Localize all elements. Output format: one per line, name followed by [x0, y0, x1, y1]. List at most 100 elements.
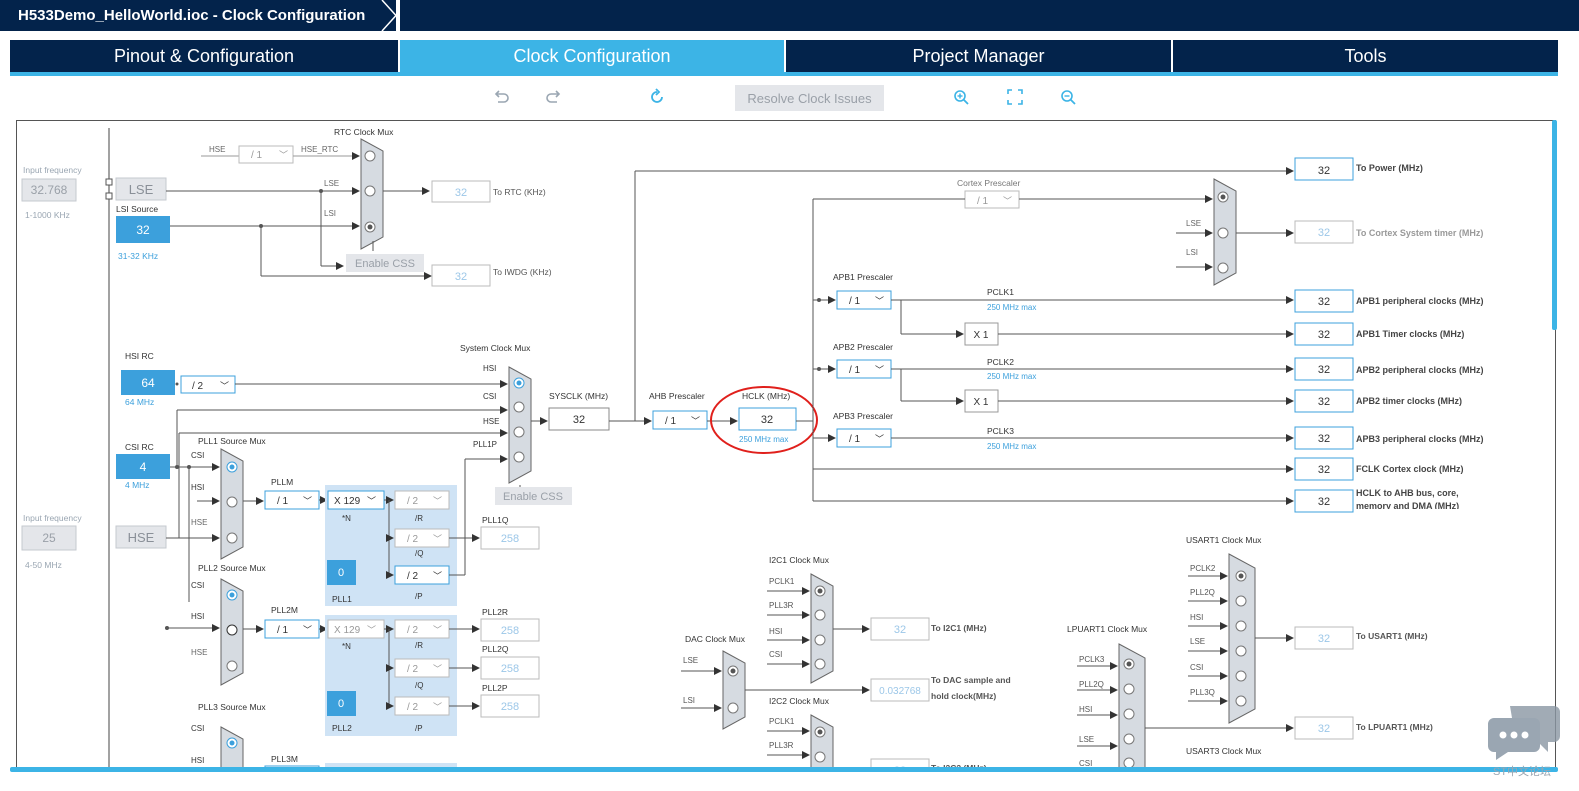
clock-tree-diagram: Input frequency 32.768 1-1000 KHz LSE LS…: [21, 127, 1516, 771]
pll2-r-label: /R: [415, 641, 423, 650]
rtc-mux-option-lse[interactable]: [364, 185, 376, 197]
usart1-mux-option-pll3q[interactable]: [1235, 695, 1247, 707]
i2c1-mux-option-csi[interactable]: [814, 658, 826, 670]
pll1-sig-csi: CSI: [191, 451, 204, 460]
tab-tools[interactable]: Tools: [1173, 40, 1558, 72]
i2c1-output-value: 32: [894, 624, 906, 636]
chevron-down-icon: ﹀: [279, 150, 288, 160]
redo-icon[interactable]: [545, 88, 563, 106]
sys-sig-csi: CSI: [483, 392, 496, 401]
pll2-q-value: / 2: [407, 664, 419, 675]
i2c1-mux-option-pll3r[interactable]: [814, 609, 826, 621]
chevron-down-icon: ﹀: [691, 416, 700, 426]
apb3-periph-output-label: APB3 peripheral clocks (MHz): [1356, 434, 1484, 444]
usart1-mux-option-lse[interactable]: [1235, 645, 1247, 657]
lsi-value: 32: [136, 223, 150, 237]
dac-clock-mux: [722, 650, 746, 730]
undo-icon[interactable]: [492, 88, 510, 106]
chevron-down-icon: ﹀: [367, 496, 376, 506]
lpuart1-mux-option-hsi[interactable]: [1123, 708, 1135, 720]
dac-sig-lse: LSE: [683, 656, 698, 665]
vertical-scrollbar[interactable]: [1552, 120, 1557, 330]
lpuart1-sig-lse: LSE: [1079, 735, 1094, 744]
i2c2-clock-mux: [810, 714, 834, 771]
cortex-mux-option-lsi[interactable]: [1217, 262, 1229, 274]
cortex-timer-output-label: To Cortex System timer (MHz): [1356, 228, 1483, 238]
chevron-down-icon: ﹀: [875, 296, 884, 306]
lpuart1-mux-option-pll2q[interactable]: [1123, 683, 1135, 695]
cortex-sig-lsi: LSI: [1186, 248, 1198, 257]
cortex-div-value: / 1: [977, 196, 989, 207]
pll1-p-label: /P: [415, 592, 423, 601]
pll2-label: PLL2: [332, 723, 352, 733]
hclk-max: 250 MHz max: [739, 435, 788, 444]
usart1-mux-option-csi[interactable]: [1235, 670, 1247, 682]
usart1-sig-pll3q: PLL3Q: [1190, 688, 1215, 697]
csi-value: 4: [140, 460, 147, 474]
usart1-mux-option-pll2q[interactable]: [1235, 595, 1247, 607]
usart1-mux-option-hsi[interactable]: [1235, 620, 1247, 632]
rtc-mux-option-hse[interactable]: [364, 150, 376, 162]
horizontal-scrollbar[interactable]: [10, 767, 1558, 772]
iwdg-output-label: To IWDG (KHz): [493, 267, 552, 277]
fit-icon[interactable]: [1006, 88, 1024, 106]
rtc-output-label: To RTC (KHz): [493, 187, 546, 197]
dac-mux-option-lsi[interactable]: [727, 702, 739, 714]
i2c2-mux-option-pll3r[interactable]: [814, 751, 826, 763]
sys-mux-option-pll1p[interactable]: [513, 451, 525, 463]
lsi-range: 31-32 KHz: [118, 251, 158, 261]
chevron-down-icon: ﹀: [1003, 196, 1012, 206]
pll1q-label: PLL1Q: [482, 515, 509, 525]
i2c1-sig-hsi: HSI: [769, 627, 782, 636]
pll1-sig-hse: HSE: [191, 518, 207, 527]
pll1-p-value: / 2: [407, 571, 419, 582]
pclk1-label: PCLK1: [987, 287, 1014, 297]
pll1-mux-option-hsi[interactable]: [226, 496, 238, 508]
lse-input-freq-label: Input frequency: [23, 165, 82, 175]
csi-freq-note: 4 MHz: [125, 480, 150, 490]
lpuart1-output-label: To LPUART1 (MHz): [1356, 722, 1433, 732]
lse-pin-icon: [105, 178, 113, 186]
pll1-q-label: /Q: [415, 549, 423, 558]
hse-input-freq-label: Input frequency: [23, 513, 82, 523]
pll2-mux-title: PLL2 Source Mux: [198, 563, 266, 573]
pll2p-output-value: 258: [501, 701, 519, 713]
pll1-mux-title: PLL1 Source Mux: [198, 436, 266, 446]
chevron-down-icon: ﹀: [875, 365, 884, 375]
tab-project-manager[interactable]: Project Manager: [786, 40, 1171, 72]
dac-output-label-2: hold clock(MHz): [931, 691, 996, 701]
hsi-freq-note: 64 MHz: [125, 397, 154, 407]
sys-sig-hsi: HSI: [483, 364, 496, 373]
pll2-frac-value: 0: [338, 698, 344, 710]
tab-clock-configuration[interactable]: Clock Configuration: [400, 40, 784, 72]
hse-block-label: HSE: [128, 530, 155, 545]
lse-range: 1-1000 KHz: [25, 210, 70, 220]
sys-mux-option-csi[interactable]: [513, 401, 525, 413]
pll2-p-value: / 2: [407, 702, 419, 713]
zoom-in-icon[interactable]: [952, 88, 970, 106]
lse-block-label: LSE: [129, 182, 154, 197]
sys-mux-option-hse[interactable]: [513, 426, 525, 438]
hsi-div-value: / 2: [192, 381, 204, 392]
pll2-n-value: X 129: [334, 625, 361, 636]
chevron-down-icon: ﹀: [303, 625, 312, 635]
dac-output-label-1: To DAC sample and: [931, 675, 1011, 685]
pll1-label: PLL1: [332, 594, 352, 604]
dac-output-value: 0.032768: [879, 686, 921, 697]
pll2p-label: PLL2P: [482, 683, 508, 693]
zoom-out-icon[interactable]: [1059, 88, 1077, 106]
pll2-r-value: / 2: [407, 625, 419, 636]
lpuart1-mux-option-lse[interactable]: [1123, 733, 1135, 745]
hclk-label: HCLK (MHz): [742, 391, 790, 401]
pll2-mux-option-hse[interactable]: [226, 660, 238, 672]
tab-pinout[interactable]: Pinout & Configuration: [10, 40, 398, 72]
chevron-down-icon: ﹀: [433, 496, 442, 506]
i2c1-mux-option-hsi[interactable]: [814, 634, 826, 646]
pll2-mux-option-hsi[interactable]: [226, 624, 238, 636]
resolve-clock-issues-button[interactable]: Resolve Clock Issues: [735, 85, 884, 111]
refresh-icon[interactable]: [648, 88, 666, 106]
pll1-mux-option-hse[interactable]: [226, 532, 238, 544]
cortex-mux-option-lse[interactable]: [1217, 227, 1229, 239]
usart1-sig-csi: CSI: [1190, 663, 1203, 672]
dac-sig-lsi: LSI: [683, 696, 695, 705]
